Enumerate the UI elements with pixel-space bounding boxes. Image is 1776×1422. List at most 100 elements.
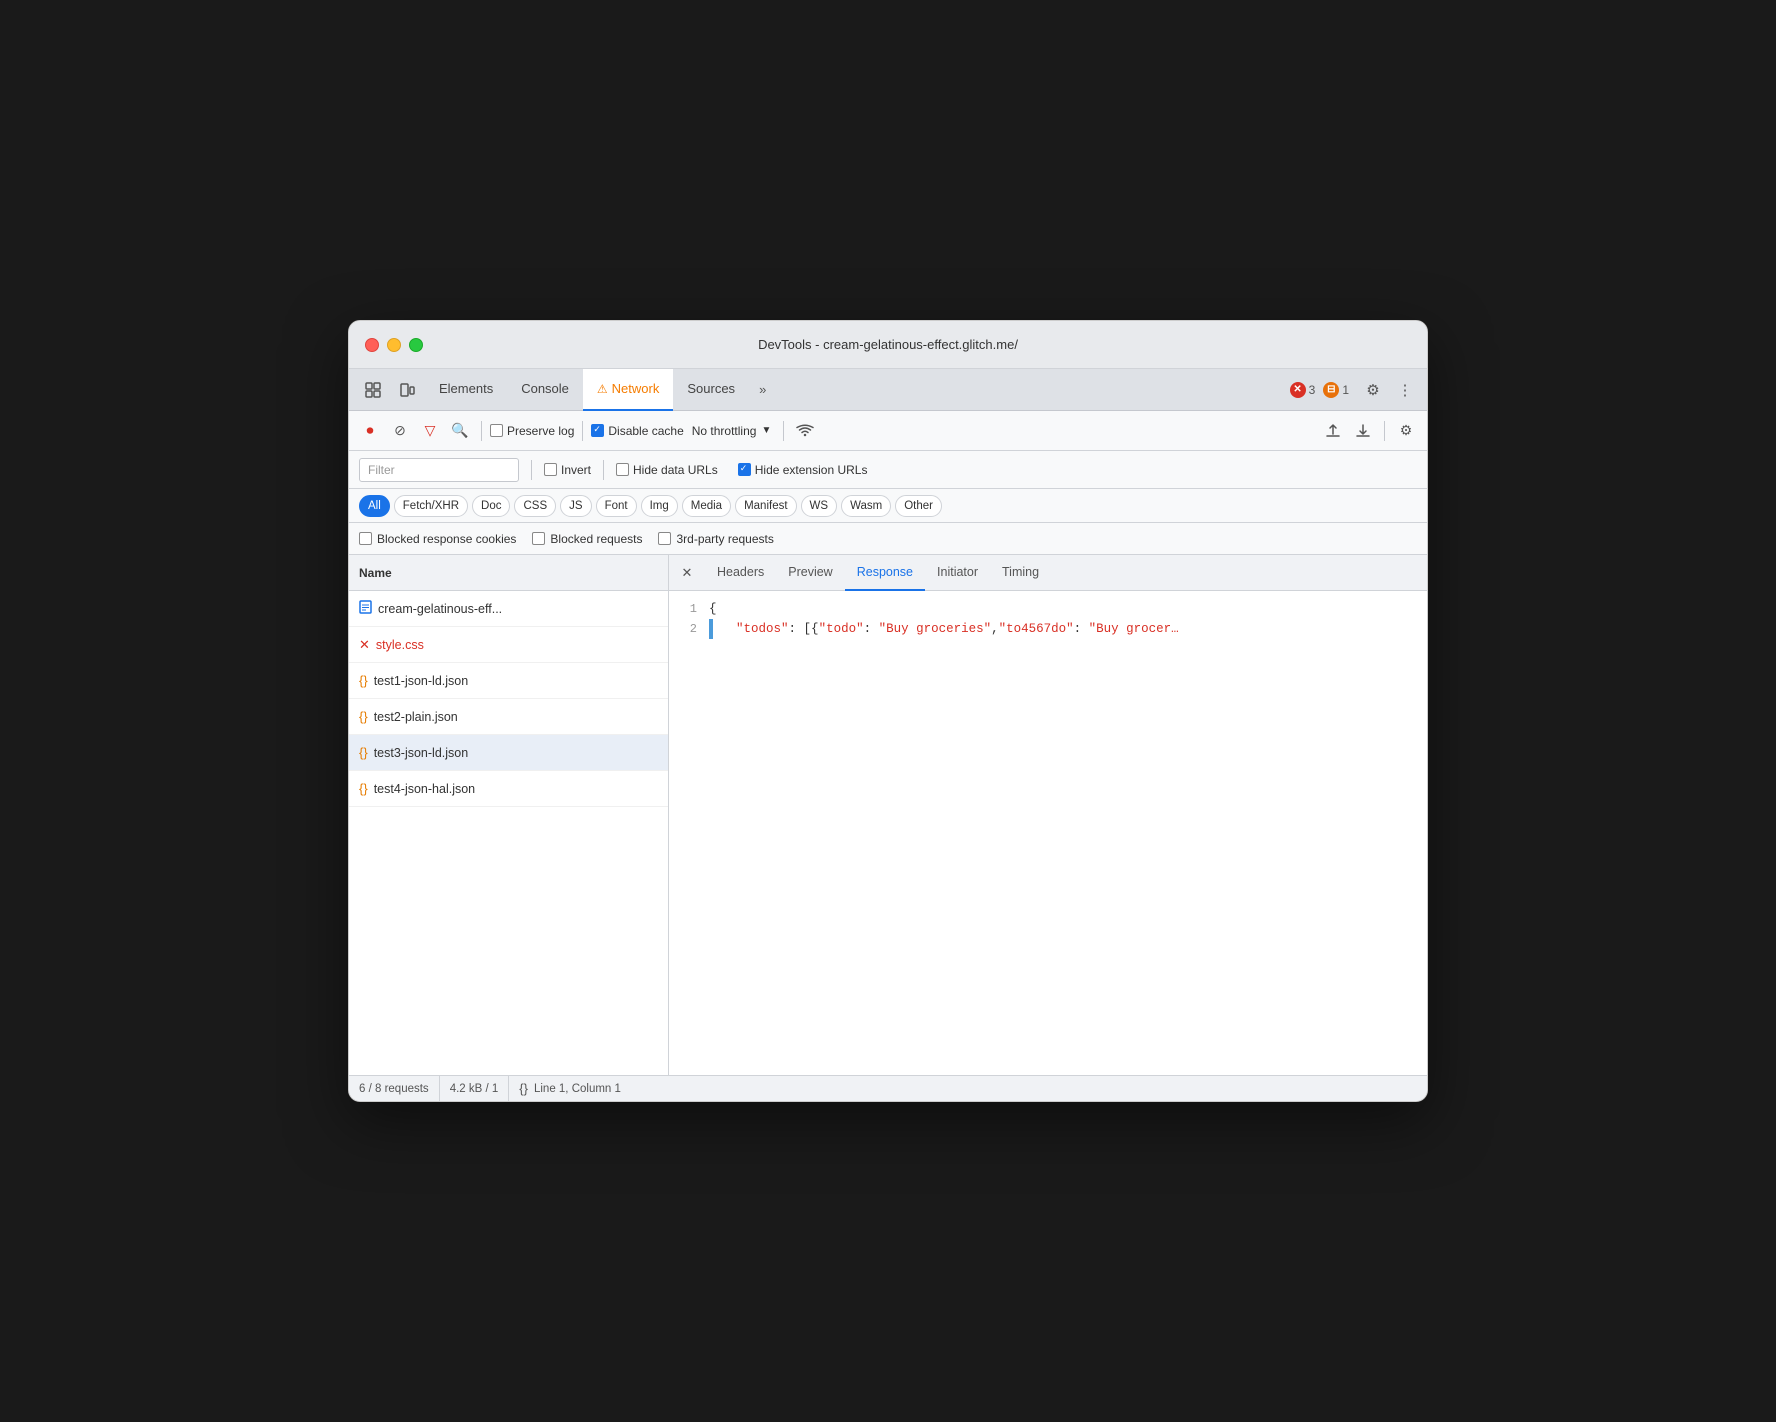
response-panel: ✕ Headers Preview Response Initiator Tim… bbox=[669, 555, 1427, 1075]
warning-icon: ⚠ bbox=[597, 382, 608, 396]
traffic-lights bbox=[365, 338, 423, 352]
status-size: 4.2 kB / 1 bbox=[440, 1076, 510, 1101]
blocked-cookies-checkbox[interactable] bbox=[359, 532, 372, 545]
status-requests: 6 / 8 requests bbox=[359, 1076, 440, 1101]
file-name: cream-gelatinous-eff... bbox=[378, 602, 502, 616]
list-item[interactable]: ✕ style.css bbox=[349, 627, 668, 663]
network-toolbar: ⏺ ⊘ ▽ 🔍 Preserve log Disable cache No th… bbox=[349, 411, 1427, 451]
invert-checkbox[interactable] bbox=[544, 463, 557, 476]
response-tabs: ✕ Headers Preview Response Initiator Tim… bbox=[669, 555, 1427, 591]
type-filter-fetch-xhr[interactable]: Fetch/XHR bbox=[394, 495, 468, 517]
wifi-icon[interactable] bbox=[792, 418, 818, 444]
filter-button[interactable]: ▽ bbox=[417, 418, 443, 444]
type-filter-other[interactable]: Other bbox=[895, 495, 942, 517]
tab-bar-right: ✕ 3 ⊟ 1 ⚙ ⋮ bbox=[1290, 376, 1419, 404]
filter-input[interactable] bbox=[359, 458, 519, 482]
warning-badge-icon: ⊟ bbox=[1323, 382, 1339, 398]
type-filter-ws[interactable]: WS bbox=[801, 495, 838, 517]
list-item[interactable]: {} test4-json-hal.json bbox=[349, 771, 668, 807]
json-icon: {} bbox=[359, 709, 368, 724]
error-badge-red: ✕ 3 bbox=[1290, 382, 1316, 398]
type-filter-js[interactable]: JS bbox=[560, 495, 591, 517]
third-party-option[interactable]: 3rd-party requests bbox=[658, 532, 773, 546]
preserve-log-label[interactable]: Preserve log bbox=[490, 424, 574, 438]
blocked-requests-checkbox[interactable] bbox=[532, 532, 545, 545]
toolbar-divider-3 bbox=[783, 421, 784, 441]
file-name: test4-json-hal.json bbox=[374, 782, 475, 796]
devtools-window: DevTools - cream-gelatinous-effect.glitc… bbox=[348, 320, 1428, 1102]
clear-button[interactable]: ⊘ bbox=[387, 418, 413, 444]
search-button[interactable]: 🔍 bbox=[447, 418, 473, 444]
upload-icon[interactable] bbox=[1320, 418, 1346, 444]
preserve-log-checkbox[interactable] bbox=[490, 424, 503, 437]
blocked-requests-option[interactable]: Blocked requests bbox=[532, 532, 642, 546]
close-button[interactable] bbox=[365, 338, 379, 352]
list-item[interactable]: {} test1-json-ld.json bbox=[349, 663, 668, 699]
hide-data-urls-checkbox[interactable] bbox=[616, 463, 629, 476]
json-icon: {} bbox=[359, 673, 368, 688]
type-filter-bar: All Fetch/XHR Doc CSS JS Font Img Media … bbox=[349, 489, 1427, 523]
main-content: Name cream-gelatinous-eff... ✕ style.css bbox=[349, 555, 1427, 1075]
toolbar-divider-1 bbox=[481, 421, 482, 441]
device-toolbar-icon[interactable] bbox=[391, 374, 423, 406]
line-text: { bbox=[709, 599, 717, 619]
error-icon: ✕ bbox=[359, 637, 370, 653]
filter-divider bbox=[531, 460, 532, 480]
line-text: "todos": [{"todo": "Buy groceries","to45… bbox=[721, 619, 1179, 639]
hide-extension-urls-checkbox[interactable] bbox=[738, 463, 751, 476]
tab-console[interactable]: Console bbox=[507, 369, 583, 411]
invert-option[interactable]: Invert bbox=[544, 463, 591, 477]
close-panel-button[interactable]: ✕ bbox=[673, 559, 701, 587]
error-icon: ✕ bbox=[1290, 382, 1306, 398]
file-name: test3-json-ld.json bbox=[374, 746, 469, 760]
status-format: {} Line 1, Column 1 bbox=[509, 1076, 631, 1101]
type-filter-media[interactable]: Media bbox=[682, 495, 731, 517]
type-filter-all[interactable]: All bbox=[359, 495, 390, 517]
tab-elements[interactable]: Elements bbox=[425, 369, 507, 411]
third-party-checkbox[interactable] bbox=[658, 532, 671, 545]
settings-button[interactable]: ⚙ bbox=[1359, 376, 1387, 404]
json-icon: {} bbox=[359, 781, 368, 796]
type-filter-font[interactable]: Font bbox=[596, 495, 637, 517]
select-element-icon[interactable] bbox=[357, 374, 389, 406]
tab-timing[interactable]: Timing bbox=[990, 555, 1051, 591]
type-filter-manifest[interactable]: Manifest bbox=[735, 495, 796, 517]
tab-sources[interactable]: Sources bbox=[673, 369, 749, 411]
type-filter-doc[interactable]: Doc bbox=[472, 495, 510, 517]
maximize-button[interactable] bbox=[409, 338, 423, 352]
tab-response[interactable]: Response bbox=[845, 555, 925, 591]
disable-cache-checkbox[interactable] bbox=[591, 424, 604, 437]
minimize-button[interactable] bbox=[387, 338, 401, 352]
list-item[interactable]: cream-gelatinous-eff... bbox=[349, 591, 668, 627]
checkbox-filter-bar: Blocked response cookies Blocked request… bbox=[349, 523, 1427, 555]
more-options-button[interactable]: ⋮ bbox=[1391, 376, 1419, 404]
title-bar: DevTools - cream-gelatinous-effect.glitc… bbox=[349, 321, 1427, 369]
tab-headers[interactable]: Headers bbox=[705, 555, 776, 591]
code-line: 2 "todos": [{"todo": "Buy groceries","to… bbox=[669, 619, 1427, 639]
file-list-panel: Name cream-gelatinous-eff... ✕ style.css bbox=[349, 555, 669, 1075]
record-button[interactable]: ⏺ bbox=[357, 418, 383, 444]
type-filter-img[interactable]: Img bbox=[641, 495, 678, 517]
error-badge-orange: ⊟ 1 bbox=[1323, 382, 1349, 398]
tab-network[interactable]: ⚠ Network bbox=[583, 369, 673, 411]
line-number: 2 bbox=[669, 619, 709, 639]
list-item[interactable]: {} test3-json-ld.json bbox=[349, 735, 668, 771]
more-tabs-button[interactable]: » bbox=[749, 369, 776, 411]
file-name: test2-plain.json bbox=[374, 710, 458, 724]
blocked-cookies-option[interactable]: Blocked response cookies bbox=[359, 532, 516, 546]
hide-data-urls-option[interactable]: Hide data URLs bbox=[616, 463, 718, 477]
window-title: DevTools - cream-gelatinous-effect.glitc… bbox=[758, 337, 1018, 352]
tab-initiator[interactable]: Initiator bbox=[925, 555, 990, 591]
throttle-dropdown-arrow: ▼ bbox=[761, 425, 771, 436]
type-filter-css[interactable]: CSS bbox=[514, 495, 556, 517]
disable-cache-label[interactable]: Disable cache bbox=[591, 424, 683, 438]
hide-extension-urls-option[interactable]: Hide extension URLs bbox=[738, 463, 868, 477]
tab-preview[interactable]: Preview bbox=[776, 555, 844, 591]
network-settings-icon[interactable]: ⚙ bbox=[1393, 418, 1419, 444]
list-item[interactable]: {} test2-plain.json bbox=[349, 699, 668, 735]
type-filter-wasm[interactable]: Wasm bbox=[841, 495, 891, 517]
status-bar: 6 / 8 requests 4.2 kB / 1 {} Line 1, Col… bbox=[349, 1075, 1427, 1101]
toolbar-divider-4 bbox=[1384, 421, 1385, 441]
download-icon[interactable] bbox=[1350, 418, 1376, 444]
throttle-selector[interactable]: No throttling ▼ bbox=[688, 422, 776, 440]
